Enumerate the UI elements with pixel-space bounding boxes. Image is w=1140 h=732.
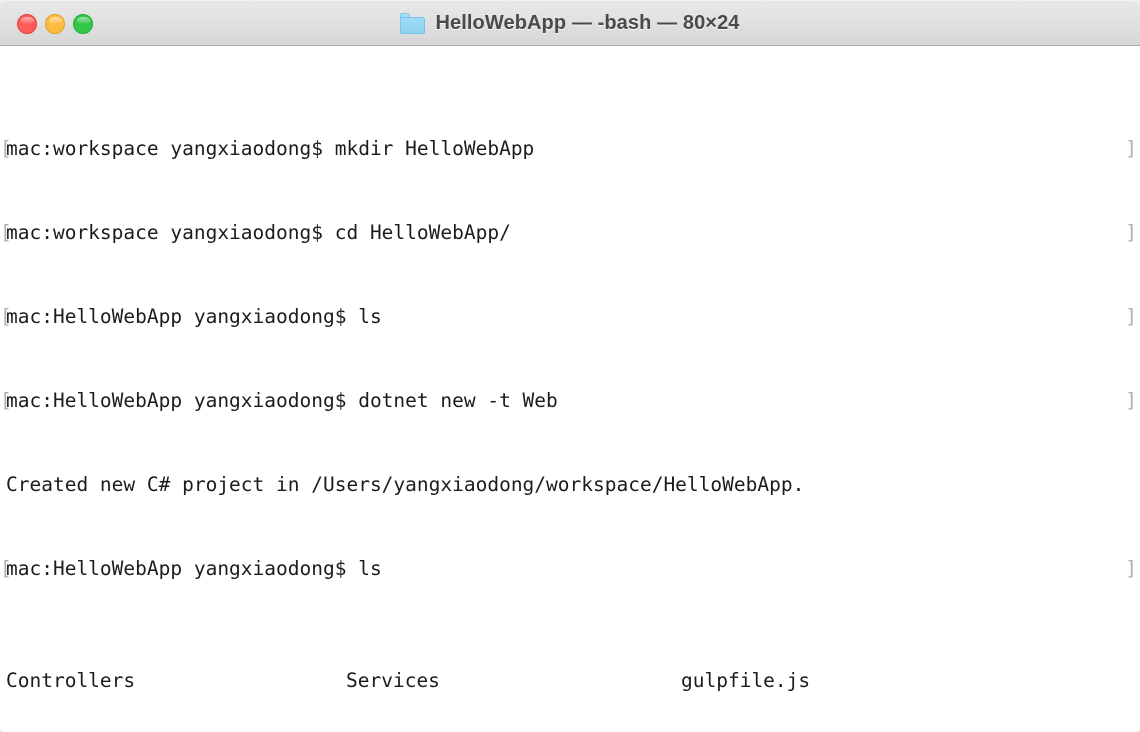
terminal-line: mac:workspace yangxiaodong$ cd HelloWebA… [0,219,1140,247]
ls-entry: Controllers [6,667,135,695]
ls-entry: gulpfile.js [681,667,810,695]
terminal-line: mac:HelloWebApp yangxiaodong$ ls [0,555,1140,583]
folder-icon [400,13,425,34]
terminal-window: HelloWebApp — -bash — 80×24 mac:workspac… [0,0,1140,732]
window-title: HelloWebApp — -bash — 80×24 [435,12,739,35]
terminal-screen: mac:workspace yangxiaodong$ mkdir HelloW… [0,51,1140,731]
maximize-button-icon[interactable] [73,14,93,34]
window-title-group: HelloWebApp — -bash — 80×24 [400,12,739,35]
minimize-button-icon[interactable] [45,14,65,34]
terminal-line: mac:HelloWebApp yangxiaodong$ ls [0,303,1140,331]
terminal-line: mac:workspace yangxiaodong$ mkdir HelloW… [0,135,1140,163]
window-controls [17,1,93,47]
close-button-icon[interactable] [17,14,37,34]
terminal-line-output: Created new C# project in /Users/yangxia… [0,471,1140,499]
ls-output-row: Controllers Services gulpfile.js [0,667,1140,695]
ls-entry: Services [346,667,440,695]
window-titlebar[interactable]: HelloWebApp — -bash — 80×24 [0,0,1140,46]
terminal-body[interactable]: mac:workspace yangxiaodong$ mkdir HelloW… [0,46,1140,731]
terminal-line: mac:HelloWebApp yangxiaodong$ dotnet new… [0,387,1140,415]
